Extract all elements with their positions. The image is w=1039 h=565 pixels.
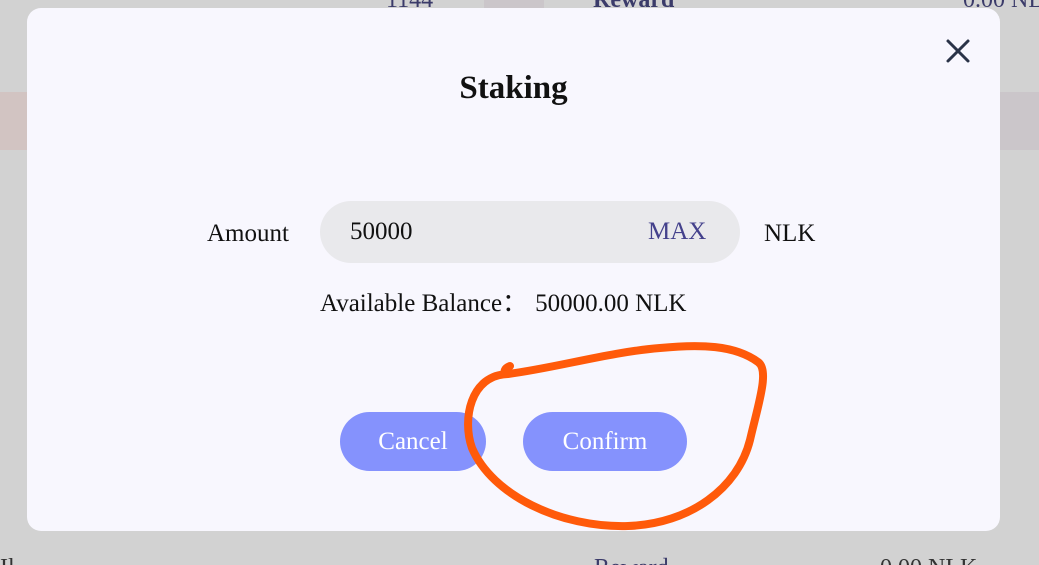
background-text: 0.00 NLK	[880, 556, 977, 565]
balance-value: 50000.00 NLK	[535, 290, 687, 317]
background-text: Il	[0, 556, 15, 565]
amount-input[interactable]	[350, 215, 630, 249]
dialog-title: Staking	[459, 70, 568, 106]
amount-label: Amount	[207, 220, 289, 247]
close-button[interactable]	[943, 36, 973, 66]
max-button[interactable]: MAX	[648, 217, 706, 247]
background-text: Reward	[594, 556, 669, 565]
amount-field-container: MAX	[320, 201, 740, 263]
background-row-edge	[0, 92, 30, 150]
available-balance: Available Balance： 50000.00 NLK	[320, 289, 686, 319]
confirm-button[interactable]: Confirm	[523, 412, 687, 471]
balance-label: Available Balance：	[320, 290, 528, 317]
close-icon	[946, 39, 970, 63]
staking-dialog: Staking Amount MAX NLK Available Balance…	[27, 8, 1000, 531]
cancel-button[interactable]: Cancel	[340, 412, 486, 471]
unit-label: NLK	[764, 220, 816, 247]
